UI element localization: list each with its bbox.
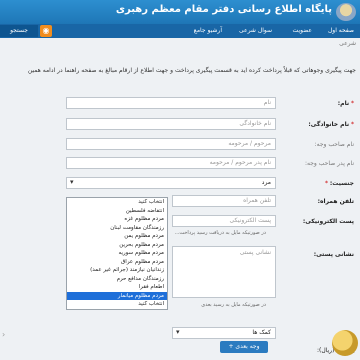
email-input[interactable]: پست الکترونیکی [172,215,276,227]
name-label: * نام: [337,100,354,107]
owner-name-input[interactable]: مرحوم / مرحومه [66,138,276,150]
nav-membership[interactable]: عضویت [293,27,312,34]
nav-religious-question[interactable]: سوال شرعی [239,27,272,34]
purpose-option[interactable]: رزمندگان مدافع حرم [67,275,167,284]
purpose-option[interactable]: رزمندگان مقاومت لبنان [67,224,167,233]
emblem-badge-icon [332,330,358,356]
main-nav: صفحه اول عضویت سوال شرعی آرشیو جامع ◉ جس… [0,24,360,38]
mobile-label: تلفن همراه: [317,198,354,205]
nav-archive[interactable]: آرشیو جامع [194,27,222,34]
lastname-input[interactable]: نام خانوادگی [66,118,276,130]
address-input[interactable]: نشانی پستی [172,246,276,298]
purpose-option[interactable]: مردم مظلوم غزه [67,215,167,224]
purpose-listbox[interactable]: انتخاب کنید انتفاضه فلسطین مردم مظلوم غز… [66,197,168,310]
address-label: نشانی پستی: [313,251,354,258]
chevron-left-icon: ‹ [2,330,6,339]
purpose-option[interactable]: مردم مظلوم سوریه [67,249,167,258]
help-dropdown-icon: ▾ [176,328,180,336]
site-title: پایگاه اطلاع رسانی دفتر مقام معظم رهبری [115,4,332,15]
nav-home[interactable]: صفحه اول [328,27,354,34]
owner-father-label: نام پدر صاحب وجه: [304,160,354,167]
email-label: پست الکترونیکی: [302,218,354,225]
purpose-option[interactable]: مردم مظلوم یمن [67,232,167,241]
lastname-label: * نام خانوادگی: [308,121,354,128]
purpose-option[interactable]: زندانیان نیازمند (جرائم غیر عمد) [67,266,167,275]
site-banner: پایگاه اطلاع رسانی دفتر مقام معظم رهبری [0,0,360,24]
email-hint: در صورتیکه مایل به دریافت رسید پرداخت... [174,230,266,236]
gender-label: جنسیت: * [324,180,354,187]
name-input[interactable]: نام [66,97,276,109]
purpose-option[interactable]: اطعام فقرا [67,283,167,292]
gender-select[interactable]: مرد [66,177,276,189]
rss-icon[interactable]: ◉ [40,25,52,37]
site-logo[interactable] [336,3,356,21]
gender-dropdown-icon: ▾ [70,178,74,186]
breadcrumb: شرعی [339,40,356,47]
help-select[interactable]: کمک ها [172,327,276,339]
owner-name-label: نام صاحب وجه: [314,141,354,148]
purpose-option-selected[interactable]: مردم مظلوم میانمار [67,291,167,300]
purpose-option[interactable]: مردم مظلوم بحرین [67,241,167,250]
search-button[interactable]: جستجو [0,25,38,37]
purpose-option[interactable]: مردم مظلوم عراق [67,258,167,267]
owner-father-input[interactable]: نام پدر مرحوم / مرحومه [66,157,276,169]
address-hint: در صورتیکه مایل به رسید بعدی [201,302,266,308]
intro-text: جهت پیگیری وجوهاتی که قبلاً پرداخت کرده … [27,67,356,74]
add-next-amount-button[interactable]: وجه بعدی + [220,341,268,353]
purpose-option[interactable]: انتخاب کنید [67,300,167,309]
mobile-input[interactable]: تلفن همراه [172,195,276,207]
purpose-option[interactable]: انتفاضه فلسطین [67,207,167,216]
purpose-option[interactable]: انتخاب کنید [67,198,167,207]
